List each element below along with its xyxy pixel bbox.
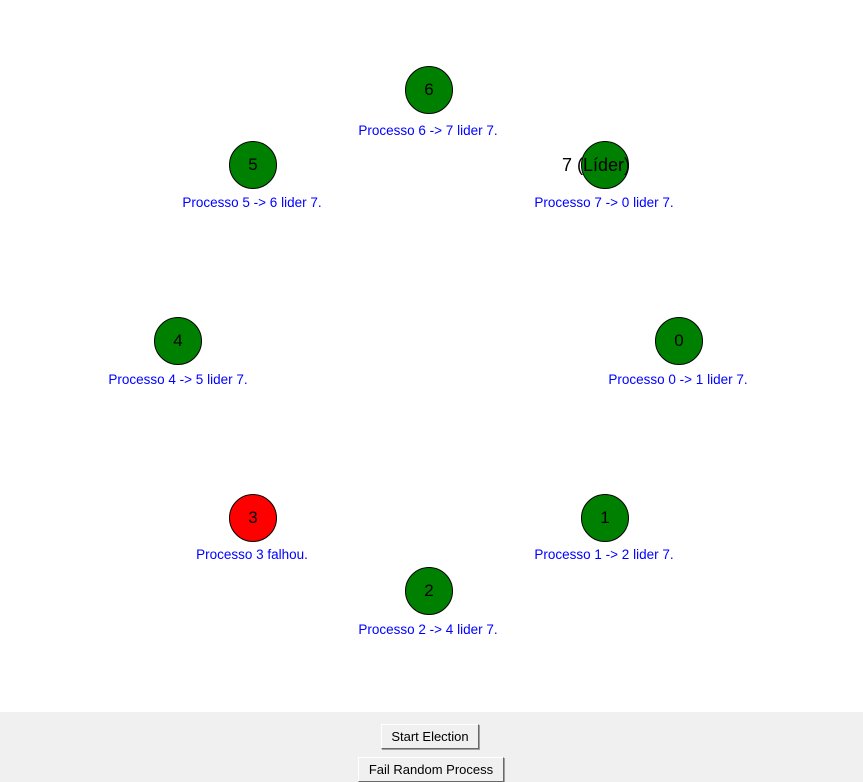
process-node-label: 4 xyxy=(173,331,183,350)
process-node-2: 2 xyxy=(405,567,453,615)
process-node-3: 3 xyxy=(229,494,277,542)
process-status-4: Processo 4 -> 5 lider 7. xyxy=(108,372,248,387)
process-node-5: 5 xyxy=(229,141,277,189)
fail-random-process-button[interactable]: Fail Random Process xyxy=(358,757,504,782)
process-node-label: 7 (Líder) xyxy=(562,154,631,175)
ring-canvas: 6 Processo 6 -> 7 lider 7. 5 Processo 5 … xyxy=(0,0,863,712)
process-node-label: 2 xyxy=(424,581,434,600)
process-node-label: 5 xyxy=(248,155,258,174)
process-status-2: Processo 2 -> 4 lider 7. xyxy=(358,622,498,637)
process-node-6: 6 xyxy=(405,66,453,114)
button-bar: Start Election Fail Random Process xyxy=(0,712,863,782)
process-node-4: 4 xyxy=(154,317,202,365)
process-status-5: Processo 5 -> 6 lider 7. xyxy=(182,195,322,210)
process-node-label: 3 xyxy=(248,508,258,527)
process-node-7-leader: 7 (Líder) xyxy=(562,141,630,189)
process-status-0: Processo 0 -> 1 lider 7. xyxy=(608,372,748,387)
process-node-label: 6 xyxy=(424,80,434,99)
process-node-0: 0 xyxy=(655,317,703,365)
start-election-button[interactable]: Start Election xyxy=(381,724,479,749)
process-status-6: Processo 6 -> 7 lider 7. xyxy=(358,123,498,138)
process-node-1: 1 xyxy=(581,494,629,542)
process-node-label: 1 xyxy=(600,508,610,527)
process-node-label: 0 xyxy=(674,331,684,350)
process-status-1: Processo 1 -> 2 lider 7. xyxy=(534,547,674,562)
process-status-3: Processo 3 falhou. xyxy=(196,547,308,562)
process-status-7: Processo 7 -> 0 lider 7. xyxy=(534,195,674,210)
